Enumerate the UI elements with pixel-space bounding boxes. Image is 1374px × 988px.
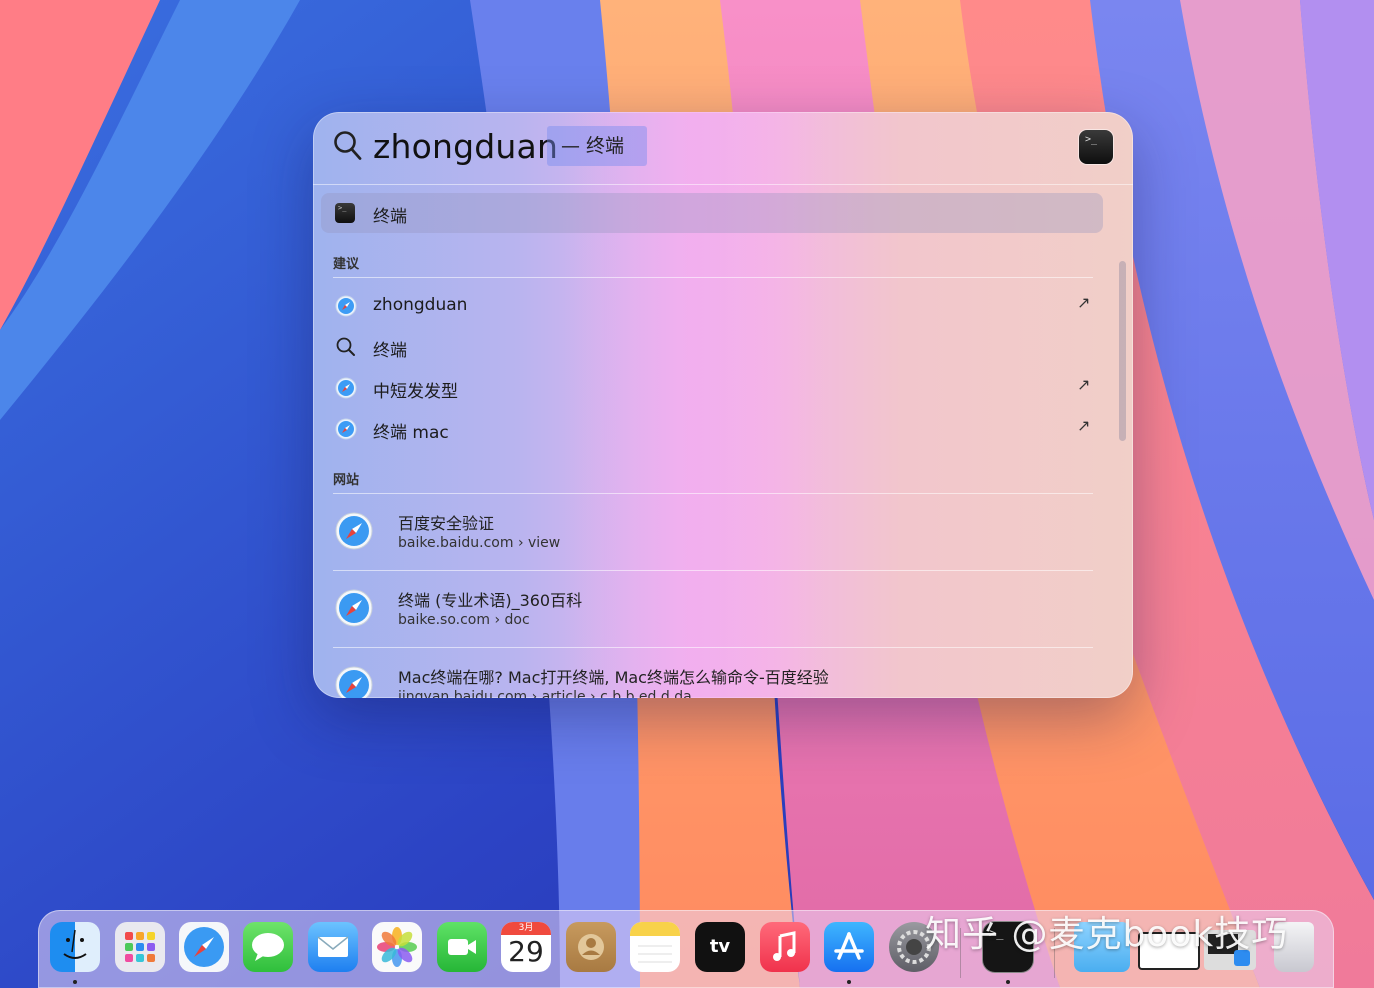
calendar-month: 3月: [501, 922, 551, 935]
calendar-day: 29: [508, 935, 544, 968]
terminal-icon: >_: [335, 203, 355, 223]
top-hit-row[interactable]: >_ 终端: [321, 193, 1103, 233]
suggestion-row[interactable]: 终端 mac ↗: [313, 410, 1113, 450]
watermark-text: 知乎 @麦克book技巧: [925, 914, 1289, 955]
search-bar[interactable]: zhongduan — 终端 >_: [313, 112, 1133, 184]
arrow-up-right-icon: ↗: [1077, 293, 1091, 312]
top-hit-label: 终端: [373, 207, 407, 227]
search-input[interactable]: zhongduan: [373, 126, 558, 168]
website-row[interactable]: 终端 (专业术语)_360百科 baike.so.com › doc: [313, 571, 1113, 647]
arrow-up-right-icon: ↗: [1077, 375, 1091, 394]
notes-icon[interactable]: [630, 922, 680, 972]
arrow-up-right-icon: ↗: [1077, 416, 1091, 435]
magnifier-icon: [336, 337, 355, 356]
safari-icon[interactable]: [179, 922, 229, 972]
website-row[interactable]: Mac终端在哪? Mac打开终端, Mac终端怎么输命令-百度经验 jingya…: [313, 648, 1113, 698]
safari-icon: [335, 666, 373, 698]
suggestions-title: 建议: [333, 257, 360, 272]
safari-icon: [335, 377, 357, 399]
terminal-icon[interactable]: >_: [1079, 130, 1113, 164]
running-indicator: [73, 980, 77, 984]
music-icon[interactable]: [760, 922, 810, 972]
website-title: Mac终端在哪? Mac打开终端, Mac终端怎么输命令-百度经验: [398, 668, 829, 687]
messages-icon[interactable]: [243, 922, 293, 972]
suggestion-label: 中短发发型: [373, 382, 458, 402]
appstore-icon[interactable]: [824, 922, 874, 972]
website-title: 百度安全验证: [398, 514, 495, 533]
appletv-icon[interactable]: tv: [695, 922, 745, 972]
suggestion-row[interactable]: 终端: [313, 328, 1113, 368]
website-url: jingyan.baidu.com › article › c b b ed d…: [398, 689, 692, 698]
website-row[interactable]: 百度安全验证 baike.baidu.com › view: [313, 494, 1113, 570]
photos-icon[interactable]: [372, 922, 422, 972]
suggestion-label: 终端: [373, 341, 407, 361]
suggestion-label: 终端 mac: [373, 423, 449, 443]
website-title: 终端 (专业术语)_360百科: [398, 591, 583, 610]
safari-icon: [335, 418, 357, 440]
safari-icon: [335, 512, 373, 550]
launchpad-icon[interactable]: [115, 922, 165, 972]
safari-icon: [335, 589, 373, 627]
search-icon: [334, 131, 362, 160]
search-completion: — 终端: [547, 126, 647, 166]
website-url: baike.so.com › doc: [398, 612, 530, 628]
websites-title: 网站: [333, 473, 360, 488]
results-list: >_ 终端 建议 zhongduan ↗ 终端 中短发发型 ↗ 终端 mac ↗…: [313, 185, 1133, 698]
facetime-icon[interactable]: [437, 922, 487, 972]
suggestion-row[interactable]: zhongduan ↗: [313, 287, 1113, 327]
finder-icon[interactable]: [50, 922, 100, 972]
website-url: baike.baidu.com › view: [398, 535, 561, 551]
section-divider: [333, 277, 1093, 278]
running-indicator: [1006, 980, 1010, 984]
contacts-icon[interactable]: [566, 922, 616, 972]
running-indicator: [847, 980, 851, 984]
suggestion-row[interactable]: 中短发发型 ↗: [313, 369, 1113, 409]
safari-icon: [335, 295, 357, 317]
suggestion-label: zhongduan: [373, 295, 468, 315]
spotlight-window: zhongduan — 终端 >_ >_ 终端 建议 zhongduan ↗ 终…: [313, 112, 1133, 698]
calendar-icon[interactable]: 3月 29: [501, 922, 551, 972]
results-scrollbar[interactable]: [1119, 261, 1126, 441]
appletv-label: tv: [709, 936, 731, 957]
mail-icon[interactable]: [308, 922, 358, 972]
